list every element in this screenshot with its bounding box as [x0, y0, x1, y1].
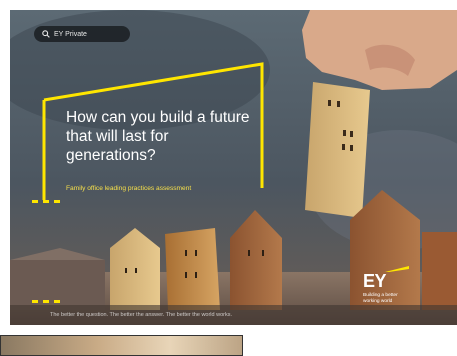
page-subtitle: Family office leading practices assessme… [66, 185, 192, 192]
ey-logo[interactable]: EY Building a better working world [363, 266, 415, 305]
search-icon [42, 30, 50, 38]
search-label: EY Private [54, 30, 87, 38]
hero-banner: EY Private How can you build a future th… [10, 10, 457, 325]
accent-dots-top [32, 200, 60, 203]
ey-tagline: Building a better working world [363, 293, 398, 304]
page-title: How can you build a future that will las… [66, 109, 250, 164]
ey-logo-bar [385, 266, 409, 272]
hero-footer-text: The better the question. The better the … [50, 312, 233, 318]
ey-logo-text: EY [363, 271, 387, 291]
accent-dots-bottom [32, 300, 60, 303]
next-image-thumbnail[interactable] [0, 335, 243, 356]
search-bar[interactable]: EY Private [34, 26, 130, 42]
